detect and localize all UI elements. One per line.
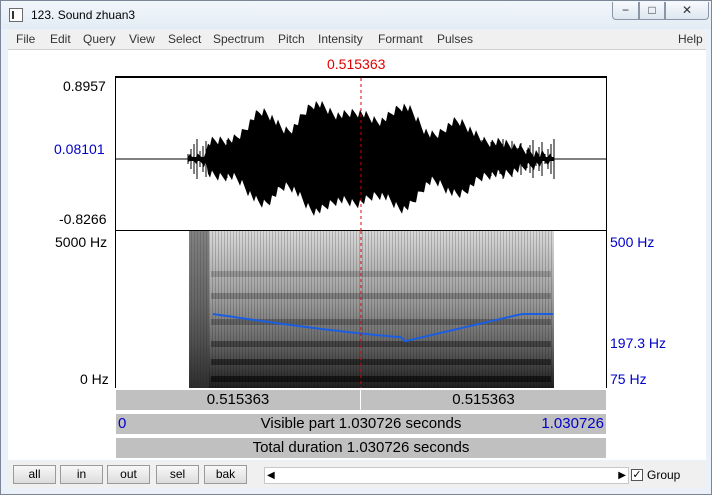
maximize-button[interactable]: □	[639, 2, 665, 20]
close-button[interactable]: ✕	[665, 2, 709, 20]
waveform-panel[interactable]	[115, 76, 607, 231]
menu-file[interactable]: File	[16, 32, 35, 46]
zoom-in-button[interactable]: in	[60, 465, 103, 484]
group-checkbox[interactable]: ✓	[631, 469, 643, 481]
menu-spectrum[interactable]: Spectrum	[213, 32, 264, 46]
bottom-toolbar: all in out sel bak ◀ ▶	[8, 461, 706, 488]
app-icon[interactable]	[9, 8, 23, 22]
spectrogram-fmin-label: 0 Hz	[80, 371, 109, 387]
spectrogram-svg	[189, 231, 554, 388]
menu-edit[interactable]: Edit	[50, 32, 71, 46]
zoom-out-button[interactable]: out	[107, 465, 150, 484]
window-title: 123. Sound zhuan3	[31, 8, 136, 22]
spectrogram-band	[211, 341, 551, 347]
zoom-sel-button[interactable]: sel	[156, 465, 199, 484]
menu-select[interactable]: Select	[168, 32, 201, 46]
menu-query[interactable]: Query	[83, 32, 116, 46]
menu-bar: File Edit Query View Select Spectrum Pit…	[8, 30, 706, 50]
waveform-cursor-value-label: 0.08101	[54, 141, 105, 157]
waveform-ymax-label: 0.8957	[63, 78, 106, 94]
waveform-ymin-label: -0.8266	[59, 211, 107, 227]
menu-pitch[interactable]: Pitch	[278, 32, 305, 46]
zoom-all-button[interactable]: all	[13, 465, 56, 484]
menu-pulses[interactable]: Pulses	[437, 32, 473, 46]
cursor-segment-bar: 0.515363 0.515363	[115, 389, 607, 411]
scroll-right-icon[interactable]: ▶	[618, 470, 626, 481]
title-bar[interactable]: 123. Sound zhuan3 − □ ✕	[1, 1, 711, 29]
spectrogram-band	[211, 359, 551, 365]
waveform-svg	[116, 78, 606, 231]
visible-part-bar[interactable]: 0 Visible part 1.030726 seconds 1.030726	[115, 413, 607, 435]
pitch-cursor-label: 197.3 Hz	[610, 335, 667, 351]
spectrogram-fmax-label: 5000 Hz	[55, 234, 108, 250]
cursor-time-label: 0.515363	[327, 56, 386, 72]
total-duration-bar[interactable]: Total duration 1.030726 seconds	[115, 437, 607, 459]
spectrogram-band	[211, 271, 551, 277]
left-segment-button[interactable]: 0.515363	[116, 390, 361, 410]
right-segment-button[interactable]: 0.515363	[361, 390, 606, 410]
horizontal-scrollbar[interactable]: ◀ ▶	[264, 467, 629, 484]
spectrogram-band	[211, 293, 551, 299]
pitch-min-label: 75 Hz	[610, 371, 647, 387]
menu-help[interactable]: Help	[678, 32, 703, 46]
minimize-button[interactable]: −	[612, 2, 639, 20]
group-label: Group	[647, 468, 681, 482]
spectrogram-band	[211, 376, 551, 382]
pitch-max-label: 500 Hz	[610, 234, 655, 250]
spectrogram-panel[interactable]	[115, 231, 607, 388]
menu-intensity[interactable]: Intensity	[318, 32, 363, 46]
visible-part-label: Visible part 1.030726 seconds	[260, 415, 462, 432]
zoom-back-button[interactable]: bak	[204, 465, 247, 484]
menu-formant[interactable]: Formant	[378, 32, 423, 46]
spectrogram-onset	[189, 231, 209, 388]
menu-view[interactable]: View	[129, 32, 155, 46]
visible-end-label: 1.030726	[541, 415, 604, 432]
visible-start-label: 0	[118, 415, 127, 432]
scroll-left-icon[interactable]: ◀	[267, 470, 275, 481]
total-duration-label: Total duration 1.030726 seconds	[252, 439, 470, 456]
